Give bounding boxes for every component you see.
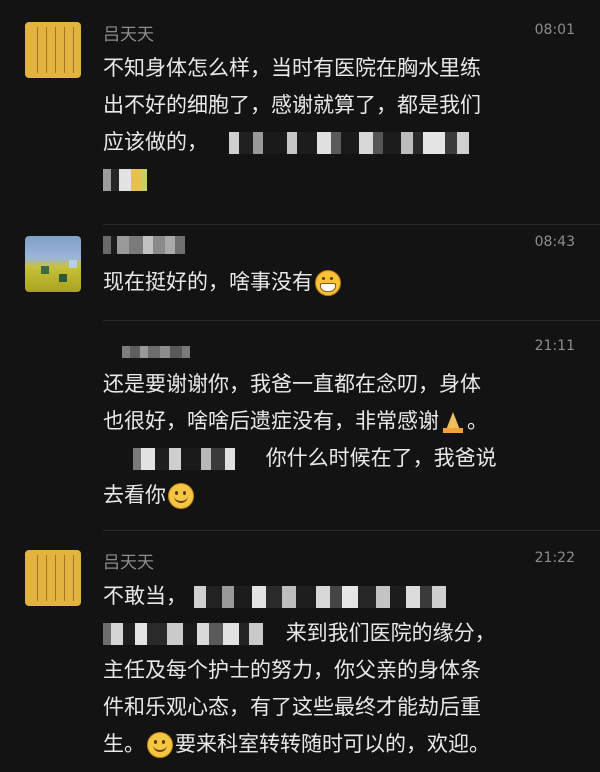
message-line: 生。 <box>103 732 145 756</box>
message-divider <box>103 224 600 225</box>
message-line: 件和乐观心态，有了这些最终才能劫后重 <box>103 695 481 719</box>
grinning-face-emoji <box>315 270 341 296</box>
sender-avatar[interactable] <box>25 22 81 78</box>
sender-avatar[interactable] <box>25 550 81 606</box>
message-time: 08:01 <box>534 22 575 38</box>
message-time: 08:43 <box>534 234 575 250</box>
message-text: 不敢当， 来到我们医院的缘分， 主任及每个护士的努力，你父亲的身体条 件和乐观心… <box>103 578 558 763</box>
message-line: 主任及每个护士的努力，你父亲的身体条 <box>103 658 481 682</box>
message-line: 要来科室转转随时可以的，欢迎。 <box>175 732 490 756</box>
praying-hands-emoji <box>441 410 465 434</box>
message-line: 出不好的细胞了，感谢就算了，都是我们 <box>103 93 481 117</box>
message-line: 你什么时候在了，我爸说 <box>265 446 497 470</box>
redacted-mosaic <box>103 169 147 191</box>
redacted-mosaic <box>133 448 235 470</box>
sender-name: 吕天天 <box>103 25 154 45</box>
message-line: 去看你 <box>103 483 166 507</box>
message-line: 现在挺好的，啥事没有 <box>103 270 313 294</box>
message-line: 也很好，啥啥后遗症没有，非常感谢 <box>103 409 439 433</box>
redacted-sender-name <box>122 346 190 358</box>
message-divider <box>103 320 600 321</box>
message-line: 不敢当， <box>103 584 187 608</box>
message-line: 不知身体怎么样，当时有医院在胸水里练 <box>103 56 481 80</box>
smiling-face-emoji <box>147 732 173 758</box>
smiling-face-emoji <box>168 483 194 509</box>
message-line: 来到我们医院的缘分， <box>285 621 496 645</box>
message-time: 21:22 <box>534 550 575 566</box>
message-text: 不知身体怎么样，当时有医院在胸水里练 出不好的细胞了，感谢就算了，都是我们 应该… <box>103 50 558 198</box>
redacted-mosaic <box>193 586 446 608</box>
redacted-sender-name <box>103 236 185 254</box>
message-divider <box>103 530 600 531</box>
message-time: 21:11 <box>534 338 575 354</box>
redacted-mosaic <box>103 623 263 645</box>
sender-avatar[interactable] <box>25 236 81 292</box>
message-line: 还是要谢谢你，我爸一直都在念叨，身体 <box>103 372 481 396</box>
message-line: 应该做的， <box>103 130 208 154</box>
message-text: 还是要谢谢你，我爸一直都在念叨，身体 也很好，啥啥后遗症没有，非常感谢。 你什么… <box>103 366 558 514</box>
message-text: 现在挺好的，啥事没有 <box>103 264 558 301</box>
redacted-mosaic <box>228 132 469 154</box>
sender-name: 吕天天 <box>103 553 154 573</box>
